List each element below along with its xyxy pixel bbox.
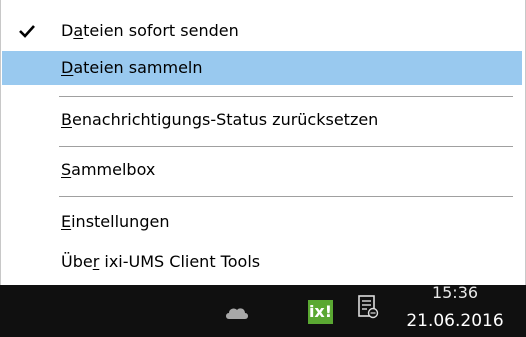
accelerator-letter: E xyxy=(61,212,72,231)
menu-item-benachrichtigungs-status[interactable]: Benachrichtigungs-Status zurücksetzen xyxy=(2,103,522,137)
accelerator-letter: r xyxy=(92,252,100,271)
clock-time: 15:36 xyxy=(431,283,479,302)
menu-separator xyxy=(59,196,513,197)
ixi-logo-text: ix! xyxy=(308,302,333,321)
menu-item-label: Sammelbox xyxy=(61,160,156,179)
menu-item-label: Dateien sammeln xyxy=(61,58,203,77)
accelerator-letter: B xyxy=(61,110,72,129)
accelerator-letter: a xyxy=(73,21,84,40)
menu-item-einstellungen[interactable]: Einstellungen xyxy=(2,205,522,239)
checkmark-icon xyxy=(19,14,41,48)
menu-item-dateien-sofort-senden[interactable]: Dateien sofort senden xyxy=(2,14,522,48)
ixi-ums-icon[interactable]: ix! xyxy=(308,300,333,324)
menu-item-label: Über ixi-UMS Client Tools xyxy=(61,252,261,271)
accelerator-letter: D xyxy=(61,58,74,77)
action-center-icon[interactable] xyxy=(357,294,379,324)
clock-date: 21.06.2016 xyxy=(406,311,504,331)
menu-item-dateien-sammeln[interactable]: Dateien sammeln xyxy=(2,51,522,85)
menu-item-sammelbox[interactable]: Sammelbox xyxy=(2,153,522,187)
context-menu: Dateien sofort senden Dateien sammeln Be… xyxy=(0,0,526,285)
cloud-icon[interactable] xyxy=(224,305,250,325)
menu-item-label: Benachrichtigungs-Status zurücksetzen xyxy=(61,110,379,129)
menu-separator xyxy=(59,96,513,97)
menu-separator xyxy=(59,146,513,147)
menu-item-label: Dateien sofort senden xyxy=(61,21,239,40)
taskbar: ix! 15:36 21.06.2016 xyxy=(0,283,526,337)
menu-item-label: Einstellungen xyxy=(61,212,170,231)
accelerator-letter: S xyxy=(61,160,72,179)
menu-item-ueber[interactable]: Über ixi-UMS Client Tools xyxy=(2,245,522,279)
